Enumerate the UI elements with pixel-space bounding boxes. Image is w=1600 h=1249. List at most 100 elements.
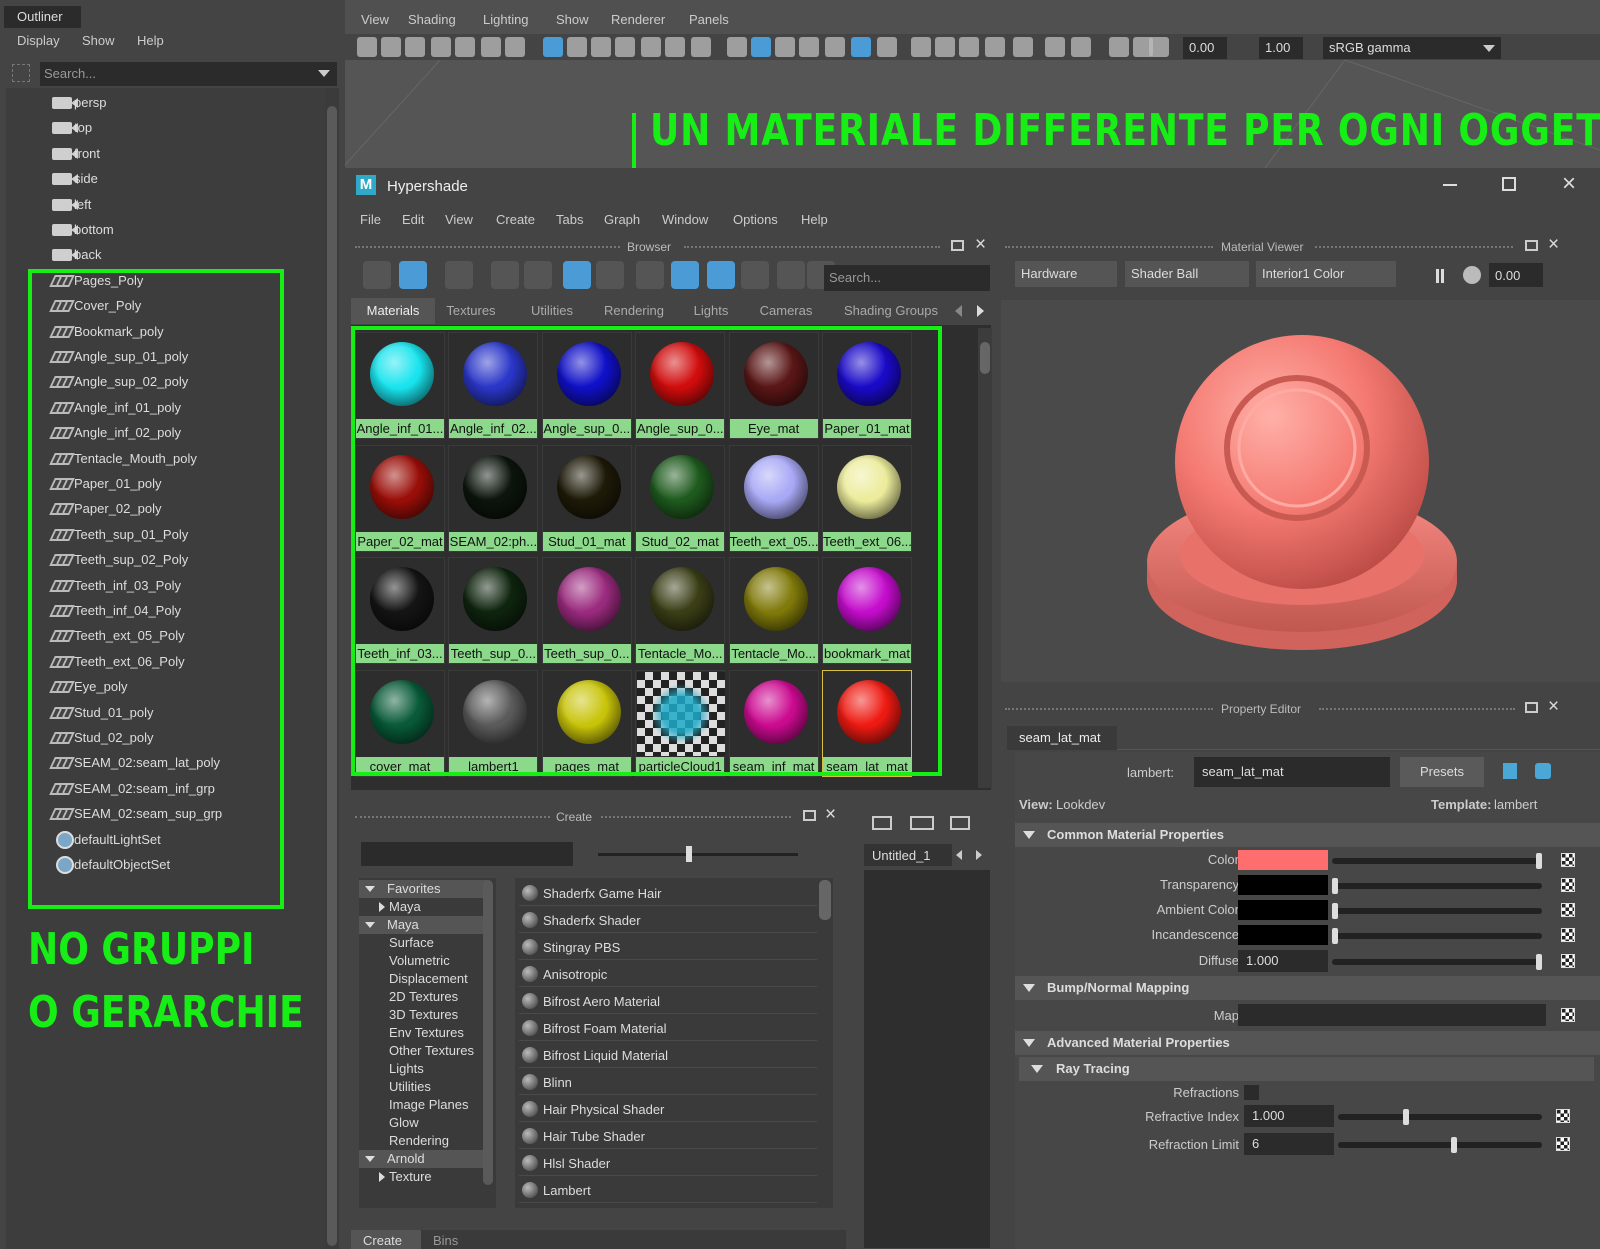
- icon-size-knob[interactable]: [686, 846, 692, 862]
- minimize-icon[interactable]: [1443, 184, 1457, 186]
- viewport-tool-icon[interactable]: [751, 37, 771, 57]
- hypershade-menu-item[interactable]: Options: [733, 212, 778, 227]
- refractive-index-map-button-icon[interactable]: [1556, 1109, 1570, 1123]
- browser-close-icon[interactable]: ×: [975, 234, 986, 256]
- transparency-map-button-icon[interactable]: [1561, 878, 1575, 892]
- outliner-menu-help[interactable]: Help: [137, 33, 164, 53]
- viewport-tool-icon[interactable]: [1109, 37, 1129, 57]
- viewport-tool-icon[interactable]: [641, 37, 661, 57]
- create-node-item[interactable]: Stingray PBS: [519, 934, 817, 960]
- create-tree-node[interactable]: Image Planes: [359, 1096, 487, 1114]
- geometry-select[interactable]: Shader Ball: [1125, 261, 1249, 287]
- viewport-tool-icon[interactable]: [405, 37, 425, 57]
- hypershade-menu-item[interactable]: Edit: [402, 212, 424, 227]
- create-float-icon[interactable]: [803, 810, 816, 821]
- ambient-map-button-icon[interactable]: [1561, 903, 1575, 917]
- create-tree-node[interactable]: Utilities: [359, 1078, 487, 1096]
- refractions-checkbox[interactable]: [1244, 1085, 1259, 1100]
- icon-size-slider[interactable]: [598, 853, 798, 856]
- create-tree-node[interactable]: Displacement: [359, 970, 487, 988]
- ambient-slider[interactable]: [1332, 908, 1542, 914]
- create-tree-node[interactable]: Texture: [359, 1168, 487, 1186]
- hypershade-menu-item[interactable]: Graph: [604, 212, 640, 227]
- diffuse-map-button-icon[interactable]: [1561, 954, 1575, 968]
- outliner-search-input[interactable]: Search...: [40, 62, 337, 86]
- viewport-tool-icon[interactable]: [1071, 37, 1091, 57]
- viewport-tool-icon[interactable]: [727, 37, 747, 57]
- create-tree-node[interactable]: Env Textures: [359, 1024, 487, 1042]
- incandescence-slider-knob[interactable]: [1332, 928, 1338, 944]
- hypershade-menu-item[interactable]: Help: [801, 212, 828, 227]
- graph-tab[interactable]: Untitled_1: [864, 844, 952, 866]
- viewport-tool-icon[interactable]: [1045, 37, 1065, 57]
- create-node-item[interactable]: Blinn: [519, 1069, 817, 1095]
- ambient-slider-knob[interactable]: [1332, 903, 1338, 919]
- map-button-icon[interactable]: [1561, 1008, 1575, 1022]
- outliner-item[interactable]: back: [6, 242, 325, 268]
- browser-tool-icon[interactable]: [671, 261, 699, 289]
- exposure-icon[interactable]: [1463, 266, 1481, 284]
- incandescence-swatch[interactable]: [1238, 925, 1328, 945]
- refraction-limit-field[interactable]: 6: [1244, 1133, 1334, 1155]
- viewport-tool-icon[interactable]: [567, 37, 587, 57]
- create-search-input[interactable]: [361, 842, 573, 866]
- color-map-button-icon[interactable]: [1561, 853, 1575, 867]
- outliner-item[interactable]: side: [6, 166, 325, 192]
- create-node-item[interactable]: Lambert: [519, 1177, 817, 1203]
- hypershade-menu-item[interactable]: Tabs: [556, 212, 583, 227]
- viewport-tool-icon[interactable]: [543, 37, 563, 57]
- graph-input-icon[interactable]: [872, 816, 892, 830]
- viewport-tool-icon[interactable]: [505, 37, 525, 57]
- create-node-item[interactable]: Anisotropic: [519, 961, 817, 987]
- ambient-swatch[interactable]: [1238, 900, 1328, 920]
- color-space-select[interactable]: sRGB gamma: [1323, 37, 1501, 59]
- diffuse-field[interactable]: 1.000: [1238, 950, 1328, 972]
- mv-exposure-field[interactable]: 0.00: [1489, 263, 1543, 287]
- create-tree-node[interactable]: 3D Textures: [359, 1006, 487, 1024]
- hide-icon[interactable]: [1535, 763, 1551, 779]
- section-ray-tracing[interactable]: Ray Tracing: [1019, 1057, 1594, 1081]
- gamma-field[interactable]: 1.00: [1259, 37, 1303, 59]
- viewport-tool-icon[interactable]: [665, 37, 685, 57]
- tab-textures[interactable]: Textures: [435, 298, 507, 324]
- viewport-menu-view[interactable]: View: [361, 12, 389, 27]
- create-tree-node[interactable]: Maya: [359, 916, 487, 934]
- tab-lights[interactable]: Lights: [681, 298, 741, 324]
- refractive-index-slider-knob[interactable]: [1403, 1109, 1409, 1125]
- viewport-tool-icon[interactable]: [481, 37, 501, 57]
- viewport-menu-show[interactable]: Show: [556, 12, 589, 27]
- browser-tool-icon[interactable]: [741, 261, 769, 289]
- outliner-menu-display[interactable]: Display: [17, 33, 60, 53]
- browser-tool-icon[interactable]: [524, 261, 552, 289]
- outliner-item[interactable]: left: [6, 192, 325, 218]
- create-tree-node[interactable]: 2D Textures: [359, 988, 487, 1006]
- create-tree-node[interactable]: Glow: [359, 1114, 487, 1132]
- browser-tool-icon[interactable]: [491, 261, 519, 289]
- create-tree-node[interactable]: Surface: [359, 934, 487, 952]
- create-close-icon[interactable]: ×: [825, 804, 836, 826]
- graph-canvas[interactable]: [864, 870, 990, 1248]
- viewport-tool-icon[interactable]: [1149, 37, 1169, 57]
- outliner-scrollbar[interactable]: [325, 88, 339, 1249]
- create-tree-node[interactable]: Other Textures: [359, 1042, 487, 1060]
- create-node-item[interactable]: Hair Tube Shader: [519, 1123, 817, 1149]
- outliner-item[interactable]: persp: [6, 90, 325, 116]
- viewport-tool-icon[interactable]: [935, 37, 955, 57]
- tab-materials[interactable]: Materials: [351, 298, 435, 324]
- tabs-prev-icon[interactable]: [955, 305, 962, 317]
- map-field[interactable]: [1238, 1004, 1546, 1026]
- viewport-menu-renderer[interactable]: Renderer: [611, 12, 665, 27]
- renderer-select[interactable]: Hardware: [1015, 261, 1117, 287]
- create-tree-node[interactable]: Volumetric: [359, 952, 487, 970]
- incandescence-map-button-icon[interactable]: [1561, 928, 1575, 942]
- diffuse-slider-knob[interactable]: [1536, 954, 1542, 970]
- diffuse-slider[interactable]: [1332, 959, 1542, 965]
- mv-close-icon[interactable]: ×: [1548, 234, 1559, 256]
- viewport-tool-icon[interactable]: [959, 37, 979, 57]
- viewport-menu-shading[interactable]: Shading: [408, 12, 456, 27]
- browser-tool-icon[interactable]: [707, 261, 735, 289]
- outliner-filter-icon[interactable]: [12, 64, 30, 82]
- transparency-swatch[interactable]: [1238, 875, 1328, 895]
- refractive-index-slider[interactable]: [1338, 1114, 1542, 1120]
- section-bump[interactable]: Bump/Normal Mapping: [1015, 976, 1600, 1000]
